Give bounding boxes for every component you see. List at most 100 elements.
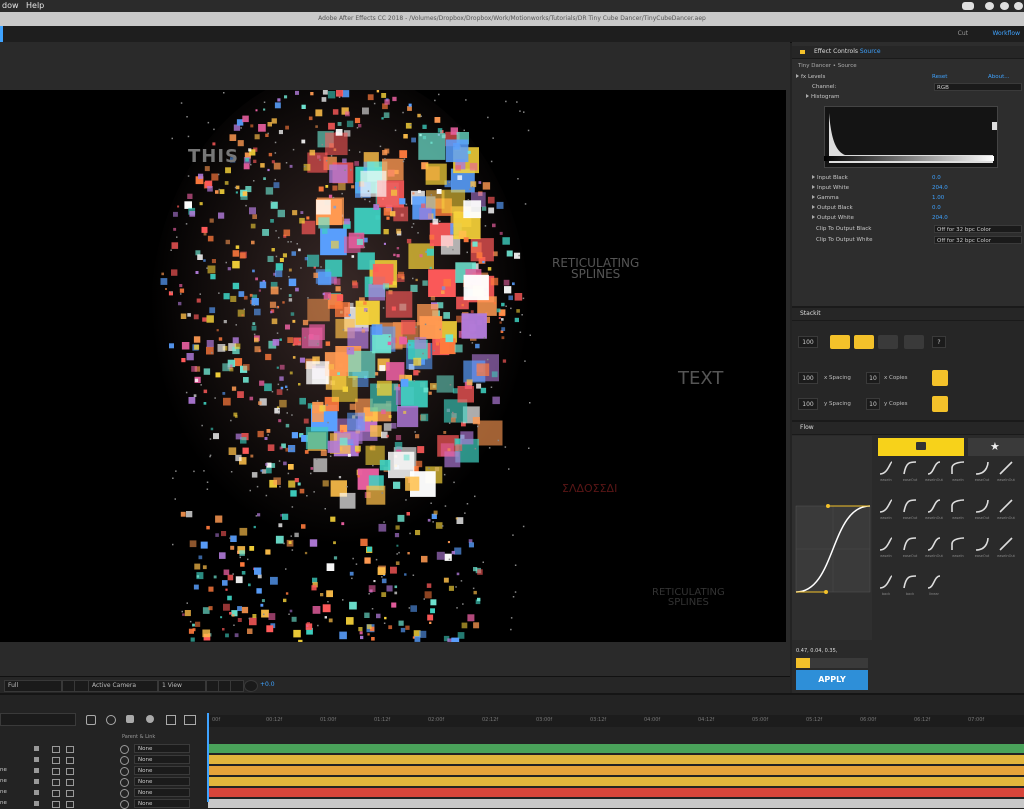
layer-row[interactable]: None (0, 754, 205, 765)
fx-switch-icon[interactable] (52, 746, 60, 753)
ease-preset-button[interactable] (926, 536, 942, 552)
ease-preset-button[interactable] (902, 574, 918, 590)
solo-switch-icon[interactable] (34, 779, 39, 784)
ease-preset-button[interactable] (950, 536, 966, 552)
workspace-cut[interactable]: Cut (958, 30, 968, 37)
workspace-workflow[interactable]: Workflow (992, 30, 1020, 37)
grid-stack-alt-button[interactable] (854, 335, 874, 349)
views-dropdown[interactable]: 1 View (158, 680, 206, 692)
motion-blur-switch-icon[interactable] (66, 757, 74, 764)
expand-triangle-icon[interactable] (796, 74, 799, 78)
favorites-tab[interactable]: ★ (968, 438, 1024, 456)
solo-switch-icon[interactable] (34, 801, 39, 806)
stackit-help-button[interactable]: ? (932, 336, 946, 348)
reset-exposure-icon[interactable] (244, 680, 258, 692)
motion-blur-switch-icon[interactable] (66, 801, 74, 808)
channel-dropdown[interactable]: RGB (934, 83, 1022, 91)
parent-dropdown[interactable]: None (134, 755, 190, 764)
time-ruler[interactable]: 00f 00:12f 01:00f 01:12f 02:00f 02:12f 03:00f 0… (208, 715, 1024, 727)
parent-dropdown[interactable]: None (134, 744, 190, 753)
apply-button[interactable]: APPLY (796, 670, 868, 690)
menu-item-window[interactable]: dow (2, 1, 19, 10)
fx-switch-icon[interactable] (52, 757, 60, 764)
solo-switch-icon[interactable] (34, 746, 39, 751)
ease-preset-button[interactable] (926, 460, 942, 476)
layer-track-bar[interactable] (208, 799, 1024, 808)
ease-preset-button[interactable] (902, 536, 918, 552)
ease-preset-button[interactable] (974, 498, 990, 514)
layer-row[interactable]: ne None (0, 787, 205, 798)
layer-row[interactable]: None (0, 743, 205, 754)
comp-mini-flowchart-icon[interactable] (86, 715, 96, 725)
stackit-copies-input[interactable]: 100 (798, 336, 818, 348)
motion-blur-icon[interactable] (166, 715, 176, 725)
ease-preset-button[interactable] (998, 498, 1014, 514)
fx-switch-icon[interactable] (52, 801, 60, 808)
layer-track-bar[interactable] (208, 744, 1024, 753)
ease-preset-button[interactable] (974, 536, 990, 552)
ease-in-mode-icon[interactable] (796, 658, 810, 668)
ease-preset-button[interactable] (998, 536, 1014, 552)
ease-preset-button[interactable] (878, 574, 894, 590)
solo-switch-icon[interactable] (34, 790, 39, 795)
y-spacing-input[interactable]: 100 (798, 398, 818, 410)
about-link[interactable]: About... (988, 73, 1010, 82)
flowchart-icon[interactable] (230, 680, 244, 692)
x-stack-button[interactable] (932, 370, 948, 386)
parent-dropdown[interactable]: None (134, 766, 190, 775)
solo-switch-icon[interactable] (34, 757, 39, 762)
ease-preset-button[interactable] (902, 498, 918, 514)
pick-whip-icon[interactable] (120, 756, 129, 765)
composition-canvas[interactable]: THIS RETICULATING SPLINES TEXT ΣΛΔΟΣΣΔΙ … (0, 90, 786, 642)
menu-item-help[interactable]: Help (26, 1, 44, 10)
ease-preset-button[interactable] (878, 498, 894, 514)
row-stack-button[interactable] (878, 335, 898, 349)
fx-switch-icon[interactable] (52, 790, 60, 797)
clip-black-dropdown[interactable]: Off for 32 bpc Color (934, 225, 1022, 233)
grid-stack-button[interactable] (830, 335, 850, 349)
solo-switch-icon[interactable] (34, 768, 39, 773)
bluetooth-icon[interactable] (1000, 2, 1009, 10)
pick-whip-icon[interactable] (120, 767, 129, 776)
pick-whip-icon[interactable] (120, 789, 129, 798)
parent-dropdown[interactable]: None (134, 788, 190, 797)
histogram-channel-icon[interactable] (992, 122, 997, 130)
ease-preset-button[interactable] (950, 460, 966, 476)
panel-lock-icon[interactable] (800, 50, 805, 54)
ease-preset-button[interactable] (998, 460, 1014, 476)
effect-controls-tab[interactable]: Effect Controls Source (814, 46, 881, 58)
reset-link[interactable]: Reset (932, 73, 947, 82)
fx-switch-icon[interactable] (52, 779, 60, 786)
column-stack-button[interactable] (904, 335, 924, 349)
exposure-value[interactable]: +0.0 (260, 681, 275, 688)
layer-track-bar[interactable] (208, 766, 1024, 775)
x-copies-input[interactable]: 10 (866, 372, 880, 384)
wifi-icon[interactable] (985, 2, 994, 10)
ease-preset-button[interactable] (926, 574, 942, 590)
pick-whip-icon[interactable] (120, 745, 129, 754)
resolution-dropdown[interactable]: Full (4, 680, 62, 692)
layer-row[interactable]: ne None (0, 765, 205, 776)
ease-preset-button[interactable] (902, 460, 918, 476)
ease-preset-button[interactable] (950, 498, 966, 514)
timeline-search-input[interactable] (0, 713, 76, 726)
frame-blending-icon[interactable] (146, 715, 154, 723)
current-time-indicator[interactable] (207, 713, 209, 802)
effect-levels-row[interactable]: fx Levels Reset About... (792, 73, 1024, 82)
parent-dropdown[interactable]: None (134, 799, 190, 808)
y-copies-input[interactable]: 10 (866, 398, 880, 410)
layer-track-bar[interactable] (208, 788, 1024, 797)
ease-preset-button[interactable] (926, 498, 942, 514)
creative-cloud-icon[interactable] (962, 2, 974, 10)
pick-whip-icon[interactable] (120, 778, 129, 787)
x-spacing-input[interactable]: 100 (798, 372, 818, 384)
camera-dropdown[interactable]: Active Camera (88, 680, 158, 692)
volume-icon[interactable] (1014, 2, 1023, 10)
fx-switch-icon[interactable] (52, 768, 60, 775)
motion-blur-switch-icon[interactable] (66, 779, 74, 786)
curve-editor[interactable] (792, 436, 872, 640)
layer-track-bar[interactable] (208, 777, 1024, 786)
clip-white-dropdown[interactable]: Off for 32 bpc Color (934, 236, 1022, 244)
motion-blur-switch-icon[interactable] (66, 790, 74, 797)
motion-blur-switch-icon[interactable] (66, 746, 74, 753)
